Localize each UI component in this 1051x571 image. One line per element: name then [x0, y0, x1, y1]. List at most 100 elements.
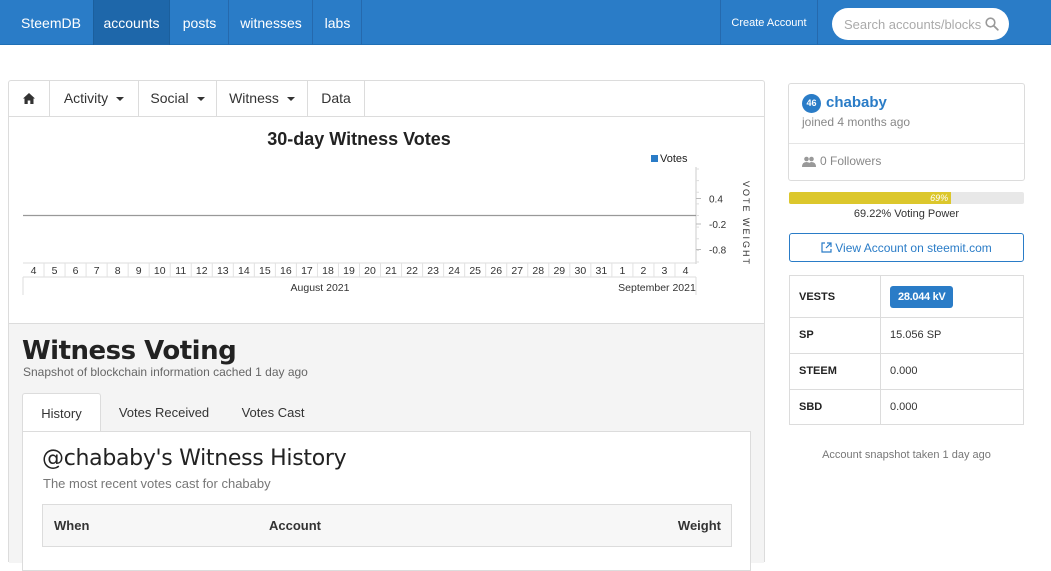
- x-tick-label: 12: [196, 265, 208, 277]
- y-tick-label: -0.2: [709, 220, 727, 231]
- account-tabbar: Activity Social Witness Data: [9, 81, 764, 117]
- tab-activity[interactable]: Activity: [50, 81, 139, 116]
- y-tick-label: -0.8: [709, 246, 727, 257]
- create-account-link[interactable]: Create Account: [720, 0, 818, 45]
- cell-divider: [880, 318, 881, 353]
- x-tick-label: 6: [73, 265, 79, 277]
- nav-posts[interactable]: posts: [171, 0, 229, 45]
- x-group-label-august: August 2021: [291, 282, 350, 294]
- users-icon: [802, 156, 816, 167]
- witness-subtabs: History Votes Received Votes Cast: [22, 393, 751, 431]
- x-tick-label: 4: [683, 265, 689, 277]
- history-title: @chababy's Witness History: [42, 446, 347, 471]
- username-link[interactable]: chababy: [826, 94, 887, 111]
- tab-data[interactable]: Data: [308, 81, 365, 116]
- account-panel: Activity Social Witness Data 30-day Witn…: [8, 80, 765, 571]
- history-panel: @chababy's Witness History The most rece…: [22, 431, 751, 571]
- balance-key: VESTS: [799, 291, 836, 303]
- tab-witness-label: Witness: [229, 90, 279, 106]
- x-tick-label: 22: [406, 265, 418, 277]
- vests-badge[interactable]: 28.044 kV: [890, 286, 954, 308]
- x-tick-label: 3: [662, 265, 668, 277]
- y-axis-label: VOTE WEIGHT: [741, 181, 751, 266]
- balance-value: 28.044 kV: [890, 276, 954, 318]
- x-tick-label: 18: [322, 265, 334, 277]
- x-tick-label: 10: [154, 265, 166, 277]
- search-icon[interactable]: [985, 17, 999, 31]
- x-group-label-september: September 2021: [618, 282, 696, 294]
- external-link-icon: [821, 242, 832, 253]
- x-tick-label: 1: [619, 265, 625, 277]
- voting-power-fill: 69%: [789, 192, 952, 204]
- x-tick-label: 15: [259, 265, 271, 277]
- balance-value: 15.056 SP: [890, 329, 942, 341]
- tab-history[interactable]: History: [22, 393, 101, 431]
- x-tick-label: 29: [553, 265, 565, 277]
- search-box: [832, 8, 1009, 40]
- balances-table: VESTS 28.044 kV SP 15.056 SP STEEM 0.000…: [789, 275, 1024, 425]
- joined-date: joined 4 months ago: [802, 115, 911, 129]
- x-tick-label: 19: [343, 265, 355, 277]
- chevron-down-icon: [286, 97, 295, 101]
- section-title: Witness Voting: [22, 336, 237, 366]
- x-tick-label: 24: [448, 265, 460, 277]
- tab-home[interactable]: [9, 81, 50, 116]
- history-subtitle: The most recent votes cast for chababy: [43, 476, 271, 491]
- x-tick-label: 8: [115, 265, 121, 277]
- tab-witness[interactable]: Witness: [217, 81, 308, 116]
- tab-activity-label: Activity: [63, 90, 109, 106]
- view-account-label: View Account on steemit.com: [835, 241, 992, 255]
- search-input[interactable]: [844, 8, 984, 40]
- x-tick-label: 7: [94, 265, 100, 277]
- witness-voting-section: Witness Voting Snapshot of blockchain in…: [9, 323, 764, 571]
- cell-divider: [880, 390, 881, 424]
- followers-link[interactable]: 0 Followers: [802, 154, 881, 168]
- column-account[interactable]: Account: [269, 505, 321, 546]
- chart-canvas: 0.4-0.2-0.8 VOTE WEIGHT4 5 6 7 8 9 10 11 12 13 14 15…: [22, 167, 751, 295]
- balance-value: 0.000: [890, 401, 918, 413]
- balance-row-vests: VESTS 28.044 kV: [790, 276, 1023, 318]
- column-weight[interactable]: Weight: [678, 505, 721, 546]
- section-subtitle: Snapshot of blockchain information cache…: [23, 365, 308, 379]
- nav-accounts[interactable]: accounts: [93, 0, 170, 45]
- voting-power-label: 69.22% Voting Power: [853, 208, 960, 220]
- balance-row-sbd: SBD 0.000: [790, 390, 1023, 424]
- column-when[interactable]: When: [54, 505, 89, 546]
- x-tick-label: 20: [364, 265, 376, 277]
- home-icon: [23, 93, 35, 104]
- view-account-button[interactable]: View Account on steemit.com: [789, 233, 1024, 262]
- history-table-header: When Account Weight: [42, 504, 732, 547]
- witness-votes-chart: 30-day Witness Votes Votes 0.4 -0.2 -0.8 VO…: [9, 117, 764, 323]
- x-tick-label: 23: [427, 265, 439, 277]
- x-tick-label: 27: [511, 265, 523, 277]
- tab-votes-cast[interactable]: Votes Cast: [229, 393, 317, 431]
- tab-votes-received[interactable]: Votes Received: [110, 393, 218, 431]
- divider: [789, 143, 1024, 144]
- x-tick-label: 17: [301, 265, 313, 277]
- tab-social[interactable]: Social: [139, 81, 217, 116]
- cell-divider: [880, 276, 881, 317]
- x-tick-label: 26: [490, 265, 502, 277]
- balance-key: SBD: [799, 401, 823, 413]
- x-tick-label: 16: [280, 265, 292, 277]
- balance-key: STEEM: [799, 365, 837, 377]
- snapshot-note: Account snapshot taken 1 day ago: [822, 449, 991, 461]
- x-tick-label: 25: [469, 265, 481, 277]
- x-tick-label: 9: [136, 265, 142, 277]
- x-tick-label: 28: [532, 265, 544, 277]
- cell-divider: [880, 354, 881, 389]
- x-tick-label: 31: [596, 265, 608, 277]
- nav-labs[interactable]: labs: [314, 0, 362, 45]
- y-tick-label: 0.4: [709, 195, 723, 206]
- x-tick-label: 14: [238, 265, 250, 277]
- x-tick-label: 13: [217, 265, 229, 277]
- nav-witnesses[interactable]: witnesses: [230, 0, 313, 45]
- top-navbar: SteemDB accounts posts witnesses labs Cr…: [0, 0, 1051, 45]
- x-tick-label: 11: [175, 265, 186, 277]
- x-tick-label: 2: [641, 265, 647, 277]
- brand-link[interactable]: SteemDB: [10, 0, 92, 45]
- profile-card: 46 chababy joined 4 months ago 0 Followe…: [788, 83, 1025, 181]
- tab-social-label: Social: [150, 90, 189, 106]
- voting-power-bar: 69%: [789, 192, 1024, 204]
- followers-label: 0 Followers: [820, 154, 882, 168]
